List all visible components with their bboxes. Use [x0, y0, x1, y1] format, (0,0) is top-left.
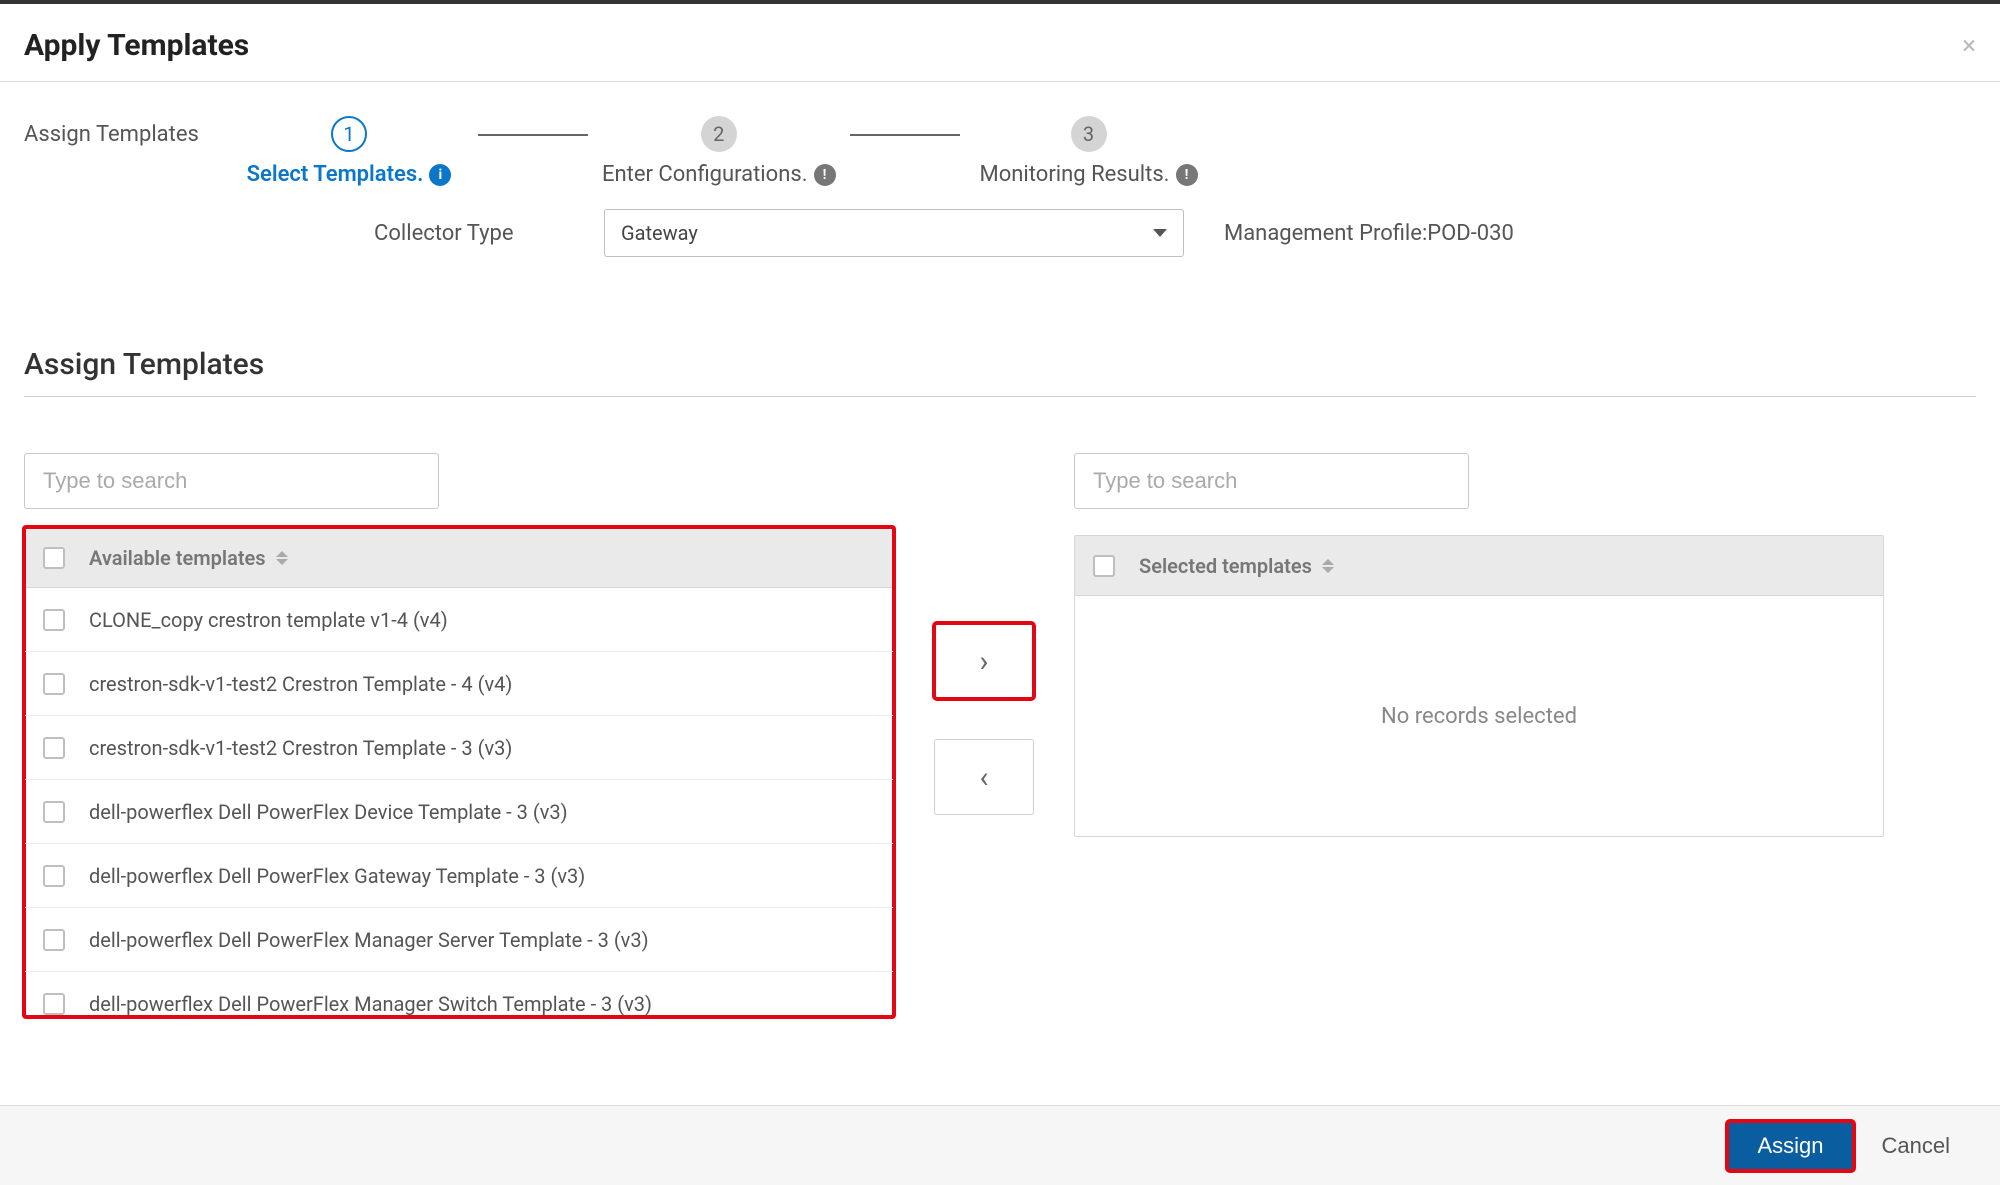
cancel-button[interactable]: Cancel	[1882, 1133, 1950, 1159]
modal-title: Apply Templates	[24, 28, 249, 63]
wizard-row: Assign Templates 1 Select Templates. i 2…	[24, 82, 1976, 187]
close-icon[interactable]: ×	[1962, 31, 1976, 61]
modal-body: Assign Templates 1 Select Templates. i 2…	[0, 82, 2000, 1105]
available-grid-body[interactable]: CLONE_copy crestron template v1-4 (v4) cr…	[25, 588, 893, 1016]
move-left-button[interactable]: ‹	[934, 739, 1034, 815]
template-name: dell-powerflex Dell PowerFlex Gateway Te…	[89, 864, 585, 888]
available-templates-column: Available templates CLONE_copy crestron …	[24, 453, 894, 1017]
selected-templates-column: Selected templates No records selected	[1074, 453, 1884, 837]
info-icon: i	[429, 164, 451, 186]
step-number-3: 3	[1071, 116, 1107, 152]
template-row[interactable]: dell-powerflex Dell PowerFlex Device Tem…	[25, 780, 893, 844]
template-checkbox[interactable]	[43, 673, 65, 695]
template-row[interactable]: crestron-sdk-v1-test2 Crestron Template …	[25, 716, 893, 780]
modal-header: Apply Templates ×	[0, 4, 2000, 82]
template-name: crestron-sdk-v1-test2 Crestron Template …	[89, 672, 512, 696]
available-grid-header: Available templates	[25, 528, 893, 588]
template-row[interactable]: dell-powerflex Dell PowerFlex Manager Sw…	[25, 972, 893, 1016]
step-number-2: 2	[701, 116, 737, 152]
template-checkbox[interactable]	[43, 865, 65, 887]
sort-icon	[1322, 559, 1334, 573]
template-checkbox[interactable]	[43, 993, 65, 1015]
step-label-1: Select Templates. i	[247, 162, 452, 187]
management-profile-label: Management Profile:POD-030	[1224, 221, 1514, 246]
collector-type-select[interactable]: Gateway	[604, 209, 1184, 257]
transfer-buttons: › ‹	[934, 453, 1034, 815]
step-label-2: Enter Configurations. !	[602, 162, 836, 187]
selected-search-input[interactable]	[1074, 453, 1469, 509]
template-name: dell-powerflex Dell PowerFlex Manager Se…	[89, 928, 649, 952]
template-row[interactable]: CLONE_copy crestron template v1-4 (v4)	[25, 588, 893, 652]
template-checkbox[interactable]	[43, 801, 65, 823]
template-row[interactable]: dell-powerflex Dell PowerFlex Gateway Te…	[25, 844, 893, 908]
step-connector	[850, 134, 960, 136]
select-all-selected-checkbox[interactable]	[1093, 555, 1115, 577]
modal-footer: Assign Cancel	[0, 1105, 2000, 1185]
available-search-input[interactable]	[24, 453, 439, 509]
chevron-down-icon	[1153, 229, 1167, 237]
step-label-3: Monitoring Results. !	[980, 162, 1198, 187]
template-name: dell-powerflex Dell PowerFlex Manager Sw…	[89, 992, 652, 1016]
template-name: crestron-sdk-v1-test2 Crestron Template …	[89, 736, 512, 760]
step-select-templates[interactable]: 1 Select Templates. i	[234, 116, 464, 187]
step-connector	[478, 134, 588, 136]
template-name: dell-powerflex Dell PowerFlex Device Tem…	[89, 800, 568, 824]
selected-empty-state: No records selected	[1075, 596, 1883, 836]
alert-icon: !	[1176, 164, 1198, 186]
collector-type-value: Gateway	[621, 221, 698, 245]
available-header-label[interactable]: Available templates	[89, 546, 288, 570]
template-row[interactable]: dell-powerflex Dell PowerFlex Manager Se…	[25, 908, 893, 972]
chevron-left-icon: ‹	[979, 760, 988, 795]
sort-icon	[276, 551, 288, 565]
collector-row: Collector Type Gateway Management Profil…	[24, 187, 1976, 257]
step-number-1: 1	[331, 116, 367, 152]
template-checkbox[interactable]	[43, 929, 65, 951]
template-row[interactable]: crestron-sdk-v1-test2 Crestron Template …	[25, 652, 893, 716]
template-checkbox[interactable]	[43, 609, 65, 631]
selected-grid-header: Selected templates	[1075, 536, 1883, 596]
selected-templates-grid: Selected templates No records selected	[1074, 535, 1884, 837]
selected-header-label[interactable]: Selected templates	[1139, 554, 1334, 578]
template-name: CLONE_copy crestron template v1-4 (v4)	[89, 608, 448, 632]
assign-button[interactable]: Assign	[1727, 1121, 1853, 1171]
collector-type-label: Collector Type	[24, 221, 604, 246]
available-templates-grid: Available templates CLONE_copy crestron …	[24, 527, 894, 1017]
select-all-available-checkbox[interactable]	[43, 547, 65, 569]
assign-templates-section-title: Assign Templates	[24, 347, 1976, 397]
step-monitoring-results[interactable]: 3 Monitoring Results. !	[974, 116, 1204, 187]
apply-templates-modal: Apply Templates × Assign Templates 1 Sel…	[0, 0, 2000, 1185]
chevron-right-icon: ›	[979, 644, 988, 679]
step-enter-configurations[interactable]: 2 Enter Configurations. !	[602, 116, 836, 187]
wizard-steps: 1 Select Templates. i 2 Enter Configurat…	[234, 116, 1204, 187]
alert-icon: !	[814, 164, 836, 186]
move-right-button[interactable]: ›	[934, 623, 1034, 699]
dual-listbox: Available templates CLONE_copy crestron …	[24, 453, 1976, 1105]
template-checkbox[interactable]	[43, 737, 65, 759]
wizard-label: Assign Templates	[24, 116, 234, 147]
